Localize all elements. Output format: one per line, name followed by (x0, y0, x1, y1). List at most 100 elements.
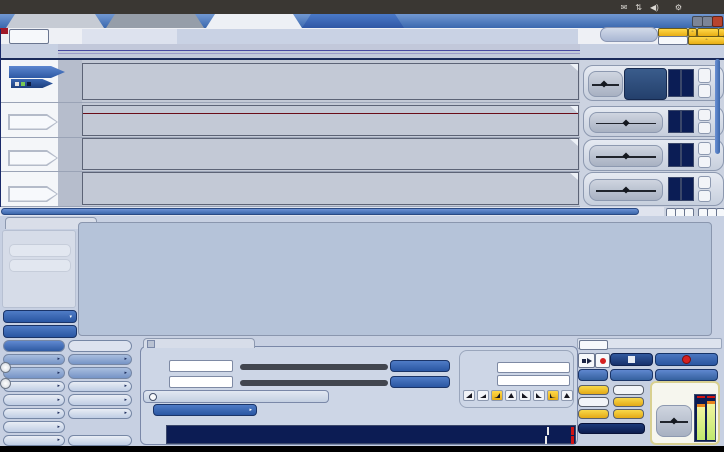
marker-panel-button[interactable] (658, 35, 688, 45)
close-button[interactable] (712, 16, 723, 27)
clip-corner-icon[interactable] (570, 139, 578, 146)
fade-shape-button[interactable] (519, 390, 531, 401)
solo-button[interactable] (698, 155, 711, 168)
e-to-e-toggle[interactable] (578, 409, 609, 419)
volume-pan-slider[interactable] (588, 71, 623, 97)
movies-button[interactable]: ▸ (3, 421, 65, 433)
fade-shape-button[interactable] (561, 390, 573, 401)
cpu-meter-button[interactable] (578, 423, 645, 434)
fade-shape-button[interactable] (505, 390, 517, 401)
mail-icon[interactable]: ✉ (621, 3, 628, 12)
menu-button[interactable] (9, 29, 49, 44)
ext-mtc-button[interactable] (579, 339, 608, 350)
audio-clip-vocal[interactable] (82, 63, 579, 100)
pan-value-field[interactable] (169, 376, 233, 388)
tab-projects[interactable] (6, 14, 104, 28)
fade-in-field[interactable] (497, 362, 570, 373)
vertical-zoom-out-button[interactable] (302, 14, 404, 28)
solo-button[interactable] (698, 122, 711, 134)
undo-button[interactable] (3, 340, 65, 352)
show-two-racks-button[interactable] (3, 324, 77, 338)
midi-velocity-checkbox[interactable] (143, 390, 329, 403)
volume-icon[interactable]: ◀) (650, 3, 659, 12)
save-button[interactable]: ▸ (3, 353, 65, 365)
automation-line[interactable] (83, 113, 578, 115)
volume-pan-slider[interactable] (589, 179, 663, 201)
mute-button[interactable] (698, 68, 711, 83)
master-drop-filters-panel[interactable] (650, 381, 720, 445)
network-icon[interactable]: ⇅ (635, 3, 642, 12)
rack-filter-chip[interactable] (624, 68, 667, 100)
volume-slider-track[interactable] (240, 364, 388, 370)
record-arm-button[interactable] (595, 353, 610, 368)
volume-slider-thumb[interactable] (0, 361, 11, 373)
tab-demo-edit[interactable] (206, 14, 302, 28)
fade-shape-button-active[interactable] (491, 390, 503, 401)
volume-pan-slider[interactable] (589, 145, 663, 167)
audio-clip-bass[interactable] (82, 105, 579, 136)
play-button[interactable] (578, 353, 595, 368)
tracks-button[interactable]: ▸ (68, 394, 132, 406)
click-track-button[interactable]: ▸ (68, 380, 132, 392)
pan-slider-track[interactable] (240, 380, 388, 386)
clip-corner-icon[interactable] (570, 173, 578, 180)
fade-shape-button[interactable] (463, 390, 475, 401)
find-normalised-button[interactable]: ▸ (153, 404, 257, 416)
fade-shape-button[interactable] (477, 390, 489, 401)
new-rack-button[interactable]: ▾ (3, 310, 77, 323)
reset-volume-button[interactable] (390, 360, 450, 372)
clipboard-button[interactable]: ▸ (68, 353, 132, 365)
h-scrollbar-thumb[interactable] (1, 208, 639, 215)
timecode-button[interactable]: ▸ (3, 380, 65, 392)
clip-corner-icon[interactable] (570, 64, 578, 71)
import-button[interactable]: ▸ (3, 367, 65, 379)
clip-corner-icon[interactable] (570, 106, 578, 113)
racks-bar[interactable]: ▫ (688, 35, 724, 45)
rack-graph-area[interactable] (78, 222, 712, 336)
mute-button[interactable] (698, 109, 711, 121)
about-button[interactable] (68, 434, 132, 446)
solo-button[interactable] (698, 83, 711, 98)
timeline-ruler[interactable] (82, 29, 578, 44)
punch-toggle[interactable] (613, 385, 644, 395)
pan-slider-thumb[interactable] (0, 377, 11, 389)
new-filter-button[interactable] (600, 27, 658, 42)
help-button[interactable]: ▸ (3, 434, 65, 446)
fade-out-field[interactable] (497, 375, 570, 386)
global-lane[interactable] (58, 44, 580, 58)
master-volume-slider[interactable] (656, 405, 692, 437)
scroll-toggle[interactable] (613, 409, 644, 419)
fade-shape-button-active[interactable] (547, 390, 559, 401)
master-tab[interactable] (143, 338, 255, 348)
mute-button[interactable] (698, 142, 711, 155)
rack-input-slot[interactable] (9, 244, 71, 257)
snapping-button[interactable]: ▸ (3, 394, 65, 406)
volume-pan-slider[interactable] (589, 112, 663, 133)
auto-lock-toggle[interactable] (578, 397, 609, 407)
return-to-start-button[interactable] (578, 369, 608, 381)
clip-indicator[interactable] (571, 436, 574, 444)
audio-clip-drums[interactable] (82, 138, 579, 170)
rack-output-slot[interactable] (9, 259, 71, 272)
snap-toggle[interactable] (613, 397, 644, 407)
options-button[interactable]: ▸ (3, 407, 65, 419)
rewind-button[interactable] (610, 369, 653, 381)
redo-button[interactable] (68, 340, 132, 352)
stop-button[interactable] (610, 353, 653, 366)
solo-button[interactable] (698, 189, 711, 202)
export-button[interactable]: ▸ (68, 367, 132, 379)
mute-button[interactable] (698, 176, 711, 189)
clip-indicator[interactable] (571, 427, 574, 435)
audio-clip-overhead[interactable] (82, 172, 579, 205)
loop-toggle[interactable] (578, 385, 609, 395)
session-gear-icon[interactable]: ⚙ (675, 3, 682, 12)
automation-button[interactable]: ▸ (68, 407, 132, 419)
record-button[interactable] (655, 353, 718, 366)
playhead-cursor[interactable] (0, 29, 2, 207)
v-scrollbar-thumb[interactable] (715, 59, 720, 154)
fade-shape-button[interactable] (533, 390, 545, 401)
centre-panning-button[interactable] (390, 376, 450, 388)
tab-settings[interactable] (106, 14, 204, 28)
fast-forward-button[interactable] (655, 369, 718, 381)
volume-value-field[interactable] (169, 360, 233, 372)
